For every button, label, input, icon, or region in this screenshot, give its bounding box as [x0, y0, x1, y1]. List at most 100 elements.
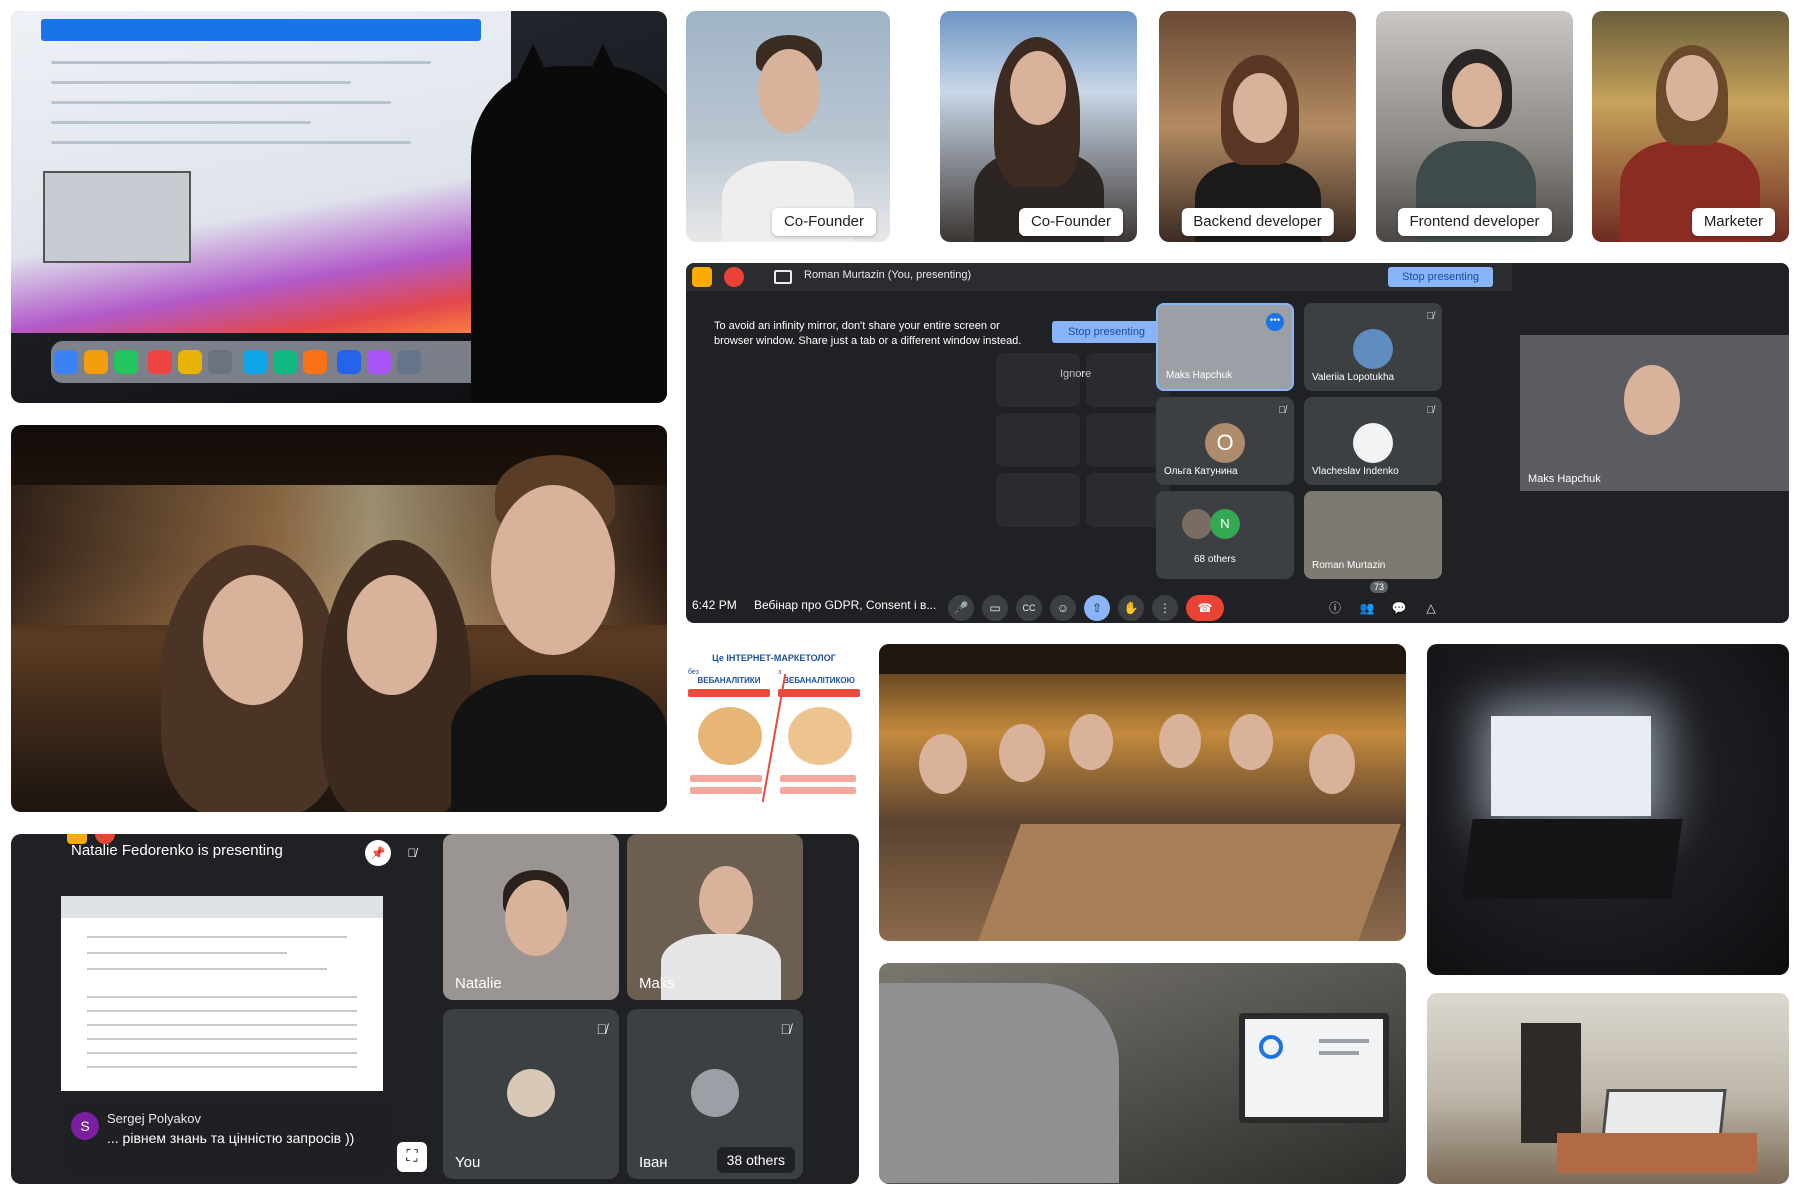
avatar [1353, 423, 1393, 463]
team-card-2: Co-Founder [940, 11, 1137, 242]
cat-silhouette [471, 44, 667, 403]
presenting-header: Natalie Fedorenko is presenting [71, 842, 283, 859]
participant-count-badge: 73 [1370, 581, 1389, 593]
participant-tile-you[interactable]: 🎙̸ You [443, 1009, 619, 1179]
meme-right-stripe [778, 689, 860, 697]
participant-name: Valeriia Lopotukha [1312, 372, 1395, 383]
meme-title: Це ІНТЕРНЕТ-МАРКЕТОЛОГ [712, 653, 836, 663]
participant-tile-ivan[interactable]: 🎙̸ Іван 38 others [627, 1009, 803, 1179]
participant-tile[interactable]: O 🎙̸ Ольга Катунина [1156, 397, 1294, 485]
meet-controls-bar: 6:42 PM Вебінар про GDPR, Consent і в...… [686, 581, 1512, 623]
chat-text: ... рівнем знань та цінністю запросів )) [107, 1130, 355, 1146]
avatar [1353, 329, 1393, 369]
others-count[interactable]: 38 others [716, 1147, 795, 1173]
meme-left-stripe [688, 689, 770, 697]
avatar: O [1205, 423, 1245, 463]
participant-video-maks[interactable]: Maks [627, 834, 803, 1000]
role-label: Frontend developer [1397, 208, 1552, 236]
photo-laptop-workout [879, 963, 1406, 1184]
emoji-button[interactable]: ☺ [1050, 595, 1076, 621]
mic-off-icon: 🎙̸ [1426, 405, 1435, 416]
photo-laptop-dark [1427, 644, 1789, 975]
meme-left-heading: ВЕБАНАЛІТИКИ [697, 676, 761, 685]
participant-name: Maks Hapchuk [1528, 473, 1601, 485]
meme-left-prefix: без [688, 669, 699, 676]
end-call-button[interactable]: ☎ [1186, 595, 1224, 621]
team-card-4: Frontend developer [1376, 11, 1573, 242]
captions-button[interactable]: CC [1016, 595, 1042, 621]
participant-tile[interactable]: ••• Maks Hapchuk [1156, 303, 1294, 391]
team-card-1: Co-Founder [686, 11, 890, 242]
participant-tile[interactable]: 🎙̸ Valeriia Lopotukha [1304, 303, 1442, 391]
chat-sender: Sergej Polyakov [107, 1111, 201, 1126]
role-label: Backend developer [1181, 208, 1334, 236]
pin-icon[interactable]: 📌 [365, 840, 391, 866]
raise-hand-button[interactable]: ✋ [1118, 595, 1144, 621]
activities-icon[interactable]: △ [1418, 595, 1444, 621]
participant-tile[interactable]: N 68 others [1156, 491, 1294, 579]
participant-tile[interactable]: Roman Murtazin [1304, 491, 1442, 579]
meeting-title: Вебінар про GDPR, Consent і в... [754, 598, 937, 612]
mic-off-icon: 🎙̸ [1278, 405, 1287, 416]
role-label: Co-Founder [771, 208, 876, 236]
meme-infographic: Це ІНТЕРНЕТ-МАРКЕТОЛОГ без ВЕБАНАЛІТИКИ … [684, 645, 864, 817]
team-card-3: Backend developer [1159, 11, 1356, 242]
more-options-icon[interactable]: ••• [1266, 313, 1284, 331]
mic-off-icon: 🎙̸ [780, 1021, 792, 1037]
laptop-screen [1491, 716, 1651, 816]
buff-doge-image [788, 707, 852, 765]
avatar: N [1210, 509, 1240, 539]
pinned-participant[interactable]: Maks Hapchuk [1520, 335, 1789, 491]
info-icon[interactable]: ⓘ [1322, 595, 1348, 621]
chat-message-toast[interactable]: S Sergej Polyakov ... рівнем знань та ці… [61, 1102, 391, 1172]
presenting-title: Roman Murtazin (You, presenting) [804, 269, 972, 281]
present-button[interactable]: ⇧ [1084, 595, 1110, 621]
participant-name: You [455, 1154, 481, 1171]
participant-video-natalie[interactable]: Natalie [443, 834, 619, 1000]
participant-name: Natalie [455, 975, 502, 992]
team-card-5: Marketer [1592, 11, 1789, 242]
chat-icon[interactable]: 💬 [1386, 595, 1412, 621]
shared-screen [61, 896, 383, 1091]
camera-button[interactable]: ▭ [982, 595, 1008, 621]
avatar [1182, 509, 1212, 539]
more-options-button[interactable]: ⋮ [1152, 595, 1178, 621]
notes-icon [692, 267, 712, 287]
mic-off-icon: 🎙̸ [596, 1021, 608, 1037]
dialog-stop-presenting-button[interactable]: Stop presenting [1052, 321, 1162, 343]
photo-team-dinner [879, 644, 1406, 941]
avatar [691, 1069, 739, 1117]
participant-name: Maks Hapchuk [1166, 370, 1233, 381]
monitor-screen [11, 11, 511, 333]
chat-avatar: S [71, 1112, 99, 1140]
fullscreen-icon[interactable]: ⛶ [397, 1142, 427, 1172]
gcp-header-bar [41, 19, 481, 41]
photo-night-selfie [11, 425, 667, 812]
avatar [507, 1069, 555, 1117]
meet-natalie-presenting: Natalie Fedorenko is presenting 📌 🎙̸ Nat… [11, 834, 859, 1184]
meeting-time: 6:42 PM [692, 598, 737, 612]
cheems-dog-image [698, 707, 762, 765]
participant-name: Maks [639, 975, 675, 992]
macos-dock [51, 341, 481, 383]
photo-laptop-room [1427, 993, 1789, 1184]
mirrored-screen-ghost [696, 343, 1170, 553]
webcam-preview [43, 171, 191, 263]
mic-off-icon[interactable]: 🎙̸ [399, 840, 425, 866]
participant-name: Roman Murtazin [1312, 560, 1386, 571]
role-label: Co-Founder [1018, 208, 1123, 236]
meet-top-bar: Roman Murtazin (You, presenting) Stop pr… [686, 263, 1512, 291]
meme-right-prefix: з [778, 669, 782, 676]
mic-button[interactable]: 🎤 [948, 595, 974, 621]
mic-off-icon: 🎙̸ [1426, 311, 1435, 322]
people-icon[interactable]: 👥 [1354, 595, 1380, 621]
participant-tile[interactable]: 🎙̸ Vlacheslav Indenko [1304, 397, 1442, 485]
participant-name: Vlacheslav Indenko [1312, 466, 1399, 477]
present-icon [774, 270, 792, 284]
participant-name: Ольга Катунина [1164, 466, 1238, 477]
stop-presenting-button[interactable]: Stop presenting [1388, 267, 1494, 287]
participant-name: Іван [639, 1154, 668, 1171]
participant-name: 68 others [1194, 554, 1236, 565]
photo-desk-cat [11, 11, 667, 403]
role-label: Marketer [1691, 208, 1775, 236]
